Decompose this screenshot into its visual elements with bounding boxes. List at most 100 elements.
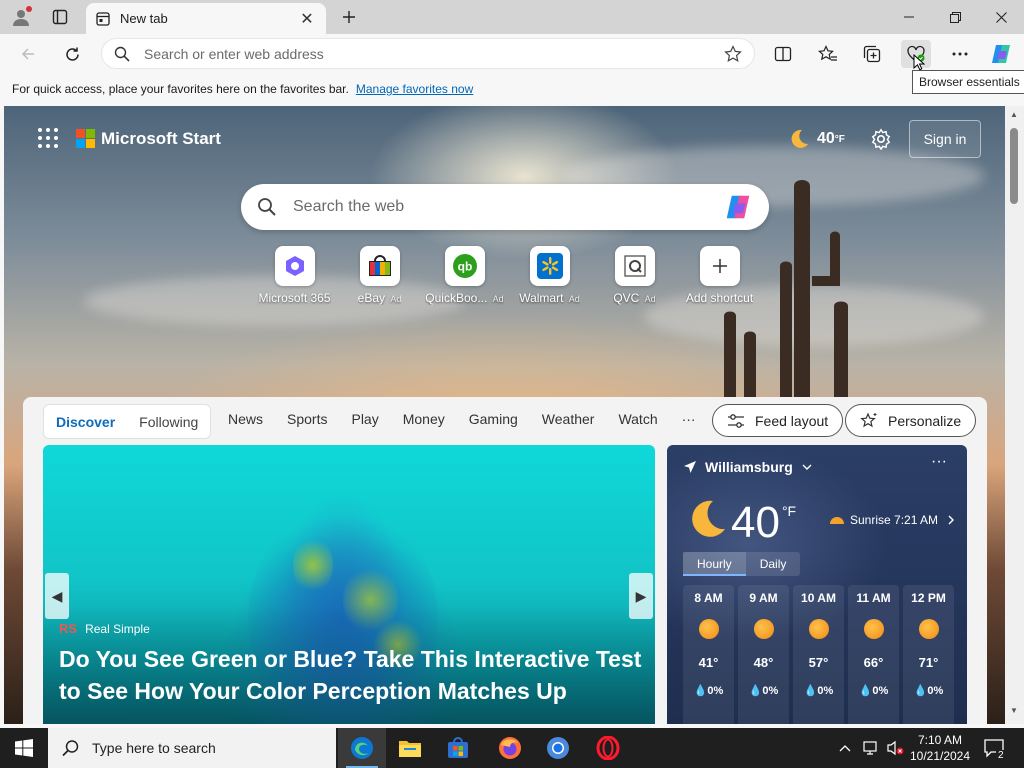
qvc-icon: [623, 255, 646, 277]
title-bar: New tab ✕: [0, 0, 1024, 34]
tab-daily[interactable]: Daily: [746, 552, 801, 576]
taskbar-edge[interactable]: [338, 728, 386, 768]
tab-discover[interactable]: Discover: [56, 414, 115, 430]
hour-time: 10 AM: [801, 591, 836, 605]
favorites-button[interactable]: [813, 40, 843, 68]
shortcut-ebay[interactable]: eBay Ad: [337, 246, 422, 305]
svg-text:qb: qb: [457, 260, 472, 274]
manage-favorites-link[interactable]: Manage favorites now: [356, 82, 473, 96]
new-tab-button[interactable]: [336, 4, 362, 30]
sign-in-button[interactable]: Sign in: [909, 120, 981, 158]
tab-sports[interactable]: Sports: [287, 411, 327, 427]
tab-watch[interactable]: Watch: [618, 411, 657, 427]
hour-forecast-item[interactable]: 10 AM 57° 💧0%: [793, 585, 844, 724]
tab-actions-button[interactable]: [47, 4, 73, 30]
apps-launcher-button[interactable]: [38, 128, 58, 148]
clock-date: 10/21/2024: [909, 749, 971, 763]
hour-precip: 💧0%: [748, 685, 779, 697]
hour-time: 8 AM: [694, 591, 723, 605]
hour-forecast-item[interactable]: 9 AM 48° 💧0%: [738, 585, 789, 724]
sunrise-info[interactable]: Sunrise 7:21 AM: [829, 513, 956, 527]
restore-button[interactable]: [932, 0, 978, 34]
scroll-down-arrow[interactable]: ▼: [1009, 706, 1019, 715]
address-bar-placeholder: Search or enter web address: [144, 45, 324, 62]
weather-card[interactable]: Williamsburg ··· 40 °F Sunrise 7:21 AM H…: [667, 445, 967, 724]
hero-prev-button[interactable]: ◀: [45, 573, 69, 619]
header-weather[interactable]: 40 °F: [787, 128, 845, 150]
hour-forecast-item[interactable]: 11 AM 66° 💧0%: [848, 585, 899, 724]
taskbar-clock[interactable]: 7:10 AM 10/21/2024: [906, 732, 974, 764]
hero-next-button[interactable]: ▶: [629, 573, 653, 619]
weather-location[interactable]: Williamsburg: [683, 459, 813, 475]
minimize-button[interactable]: [886, 0, 932, 34]
taskbar-store[interactable]: [434, 728, 482, 768]
hero-article-card[interactable]: ◀ ▶ RS Real Simple Do You See Green or B…: [43, 445, 655, 724]
walmart-spark-icon: [536, 253, 563, 279]
taskbar-firefox[interactable]: [486, 728, 534, 768]
split-screen-button[interactable]: [768, 40, 798, 68]
precip-value: 0%: [707, 685, 724, 697]
shortcut-qvc[interactable]: QVC Ad: [592, 246, 677, 305]
tab-news[interactable]: News: [228, 411, 263, 427]
favorite-star-icon[interactable]: [724, 44, 742, 63]
settings-and-more-button[interactable]: [945, 40, 975, 68]
copilot-button[interactable]: [986, 40, 1016, 68]
profile-button[interactable]: [8, 4, 34, 30]
weather-more-button[interactable]: ···: [931, 453, 947, 471]
personalize-button[interactable]: Personalize: [845, 404, 977, 437]
address-bar[interactable]: Search or enter web address: [101, 38, 755, 69]
feed-layout-button[interactable]: Feed layout: [712, 404, 844, 437]
sun-icon: [918, 619, 939, 639]
tab-gaming[interactable]: Gaming: [469, 411, 518, 427]
notifications-button[interactable]: 2: [983, 728, 1006, 768]
taskbar-opera[interactable]: [584, 728, 632, 768]
scroll-up-arrow[interactable]: ▲: [1009, 110, 1019, 119]
web-search-box[interactable]: Search the web: [241, 184, 769, 230]
page-scrollbar[interactable]: ▲ ▼: [1005, 106, 1024, 724]
shortcut-add[interactable]: Add shortcut: [677, 246, 762, 305]
taskbar-chrome[interactable]: [534, 728, 582, 768]
tab-close-button[interactable]: ✕: [298, 9, 316, 29]
hour-temp: 66°: [863, 655, 884, 670]
start-button[interactable]: [0, 728, 48, 768]
current-weather: 40 °F: [683, 497, 796, 549]
shortcut-walmart[interactable]: Walmart Ad: [507, 246, 592, 305]
tab-weather[interactable]: Weather: [542, 411, 595, 427]
network-icon[interactable]: [862, 740, 880, 756]
tab-play[interactable]: Play: [351, 411, 378, 427]
taskbar-file-explorer[interactable]: [386, 728, 434, 768]
ad-badge: Ad: [568, 294, 580, 304]
article-source[interactable]: RS Real Simple: [59, 621, 150, 636]
restore-icon: [949, 11, 961, 23]
show-hidden-icons-chevron-up-icon[interactable]: [838, 743, 852, 753]
taskbar-search-box[interactable]: Type here to search: [48, 728, 336, 768]
back-button[interactable]: [14, 40, 42, 68]
quickbooks-icon: qb: [452, 254, 477, 278]
collections-button[interactable]: [857, 40, 887, 68]
volume-muted-icon[interactable]: [886, 740, 904, 756]
hour-forecast-item[interactable]: 12 PM 71° 💧0%: [903, 585, 954, 724]
tab-following[interactable]: Following: [139, 414, 198, 430]
more-tabs-button[interactable]: ···: [682, 411, 696, 427]
address-row: Search or enter web address: [0, 34, 1024, 74]
shortcut-microsoft-365[interactable]: Microsoft 365: [252, 246, 337, 305]
copilot-icon[interactable]: [723, 192, 753, 222]
edge-icon: [351, 737, 373, 759]
tab-money[interactable]: Money: [403, 411, 445, 427]
sunrise-icon: [830, 517, 844, 524]
hour-forecast-item[interactable]: 8 AM 41° 💧0%: [683, 585, 734, 724]
scrollbar-thumb[interactable]: [1010, 128, 1018, 204]
article-headline[interactable]: Do You See Green or Blue? Take This Inte…: [59, 643, 649, 707]
windows-logo-icon: [15, 739, 33, 757]
location-arrow-icon: [684, 461, 696, 473]
shortcut-quickbooks[interactable]: qb QuickBoo... Ad: [422, 246, 507, 305]
precip-value: 0%: [927, 685, 944, 697]
tab-hourly[interactable]: Hourly: [683, 552, 746, 576]
hour-temp: 57°: [808, 655, 829, 670]
tab-new-tab[interactable]: New tab ✕: [86, 3, 326, 34]
page-settings-icon[interactable]: [870, 128, 892, 150]
browser-essentials-button[interactable]: [901, 40, 931, 71]
close-window-button[interactable]: [978, 0, 1024, 34]
refresh-button[interactable]: [58, 40, 86, 68]
ebay-bag-icon: [368, 255, 391, 276]
